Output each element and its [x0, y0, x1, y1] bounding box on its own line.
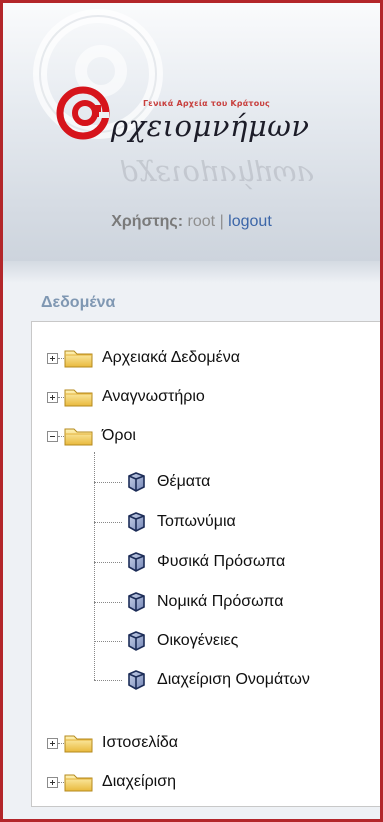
tree-leaf-natural-persons[interactable]: Φυσικά Πρόσωπα [124, 548, 285, 576]
tree-node-label: Φυσικά Πρόσωπα [157, 553, 286, 570]
tree-node-label: Νομικά Πρόσωπα [157, 593, 284, 610]
cube-icon [128, 670, 145, 690]
tree-node-label: Αρχειακά Δεδομένα [102, 349, 240, 366]
tree-node-label: Οικογένειες [157, 632, 239, 649]
logo-at-icon [56, 86, 110, 140]
folder-icon [64, 350, 93, 368]
navigation-tree: Αρχειακά Δεδομένα Αναγνωστήριο Όροι Θέμα… [31, 321, 380, 807]
tree-node-label: Αναγνωστήριο [102, 388, 205, 405]
tree-node-website[interactable]: Ιστοσελίδα [47, 729, 178, 757]
tree-node-label: Όροι [102, 427, 136, 444]
tree-node-archival-data[interactable]: Αρχειακά Δεδομένα [47, 344, 240, 372]
tree-node-label: Διαχείριση [102, 773, 177, 790]
tree-branch-line [94, 680, 122, 681]
app-frame: Γενικά Αρχεία του Κράτους ρχειομνήμων ρχ… [3, 3, 380, 819]
logo-wordmark: ρχειομνήμων [111, 109, 310, 143]
tree-node-administration[interactable]: Διαχείριση [47, 768, 176, 796]
tree-branch-line [94, 522, 122, 523]
logo-wordmark-reflection: ρχειομνήμων [121, 159, 314, 193]
section-title-data: Δεδομένα [41, 294, 116, 311]
tree-node-label: Θέματα [157, 473, 211, 490]
cube-icon [128, 512, 145, 532]
tree-node-label: Τοπωνύμια [157, 513, 236, 530]
user-label: Χρήστης: [111, 213, 184, 230]
folder-open-icon [64, 428, 93, 446]
folder-icon [64, 389, 93, 407]
logo-subtitle: Γενικά Αρχεία του Κράτους [143, 99, 270, 108]
logout-link[interactable]: logout [228, 213, 272, 230]
tree-leaf-name-management[interactable]: Διαχείριση Ονομάτων [124, 666, 310, 694]
tree-connector-line [94, 452, 95, 680]
folder-icon [64, 735, 93, 753]
folder-icon [64, 774, 93, 792]
tree-node-terms[interactable]: Όροι [47, 422, 136, 450]
tree-branch-line [94, 602, 122, 603]
tree-node-label: Ιστοσελίδα [102, 734, 179, 751]
expand-icon[interactable] [47, 776, 58, 788]
tree-branch-line [94, 562, 122, 563]
tree-leaf-place-names[interactable]: Τοπωνύμια [124, 508, 236, 536]
tree-leaf-legal-persons[interactable]: Νομικά Πρόσωπα [124, 588, 283, 616]
expand-icon[interactable] [47, 737, 58, 749]
collapse-icon[interactable] [47, 430, 58, 442]
tree-branch-line [94, 482, 122, 483]
user-info: Χρήστης: root | logout [3, 213, 380, 231]
tree-leaf-subjects[interactable]: Θέματα [124, 468, 210, 496]
cube-icon [128, 592, 145, 612]
expand-icon[interactable] [47, 391, 58, 403]
user-separator: | [219, 213, 224, 230]
cube-icon [128, 552, 145, 572]
cube-icon [128, 631, 145, 651]
cube-icon [128, 472, 145, 492]
tree-node-label: Διαχείριση Ονομάτων [157, 671, 310, 688]
tree-leaf-families[interactable]: Οικογένειες [124, 627, 238, 655]
user-name: root [187, 213, 216, 230]
header-banner: Γενικά Αρχεία του Κράτους ρχειομνήμων ρχ… [3, 3, 380, 261]
tree-branch-line [94, 641, 122, 642]
expand-icon[interactable] [47, 352, 58, 364]
header-fade [3, 261, 380, 283]
tree-node-reading-room[interactable]: Αναγνωστήριο [47, 383, 205, 411]
